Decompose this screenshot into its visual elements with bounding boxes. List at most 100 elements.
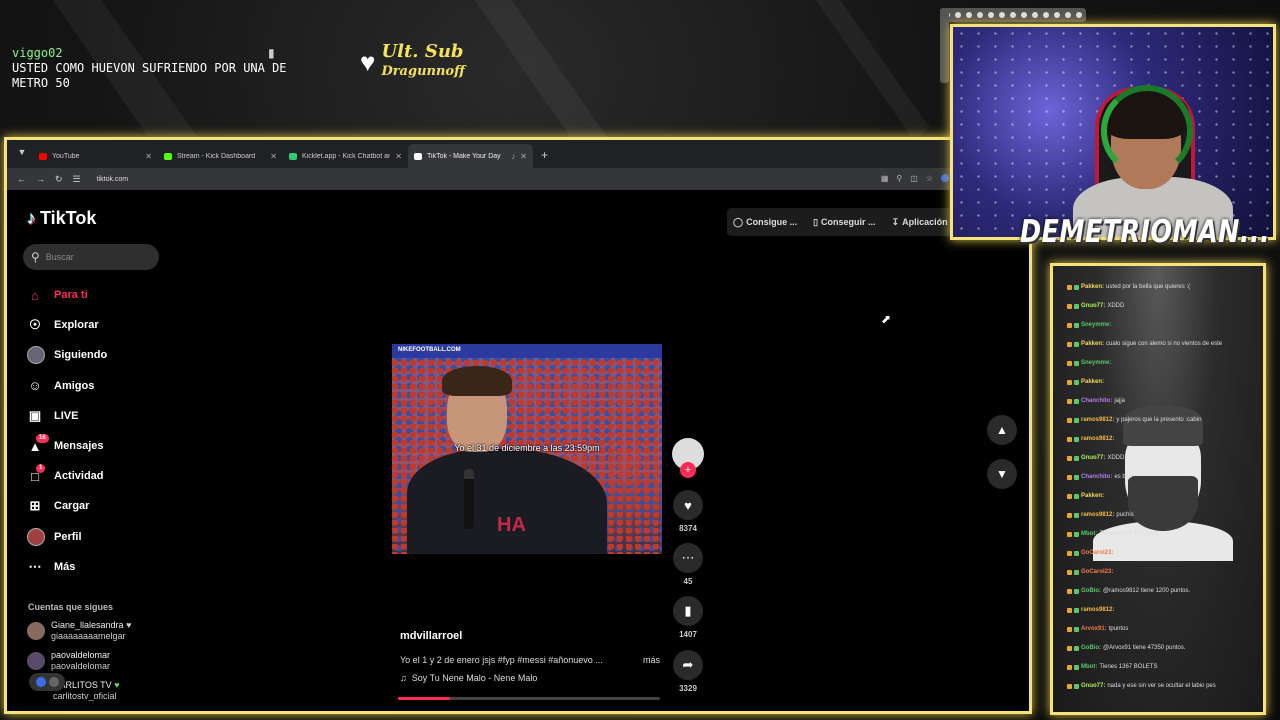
nav-item-perfil[interactable]: Perfil [27, 522, 107, 552]
chat-message: GoCarol23: [1067, 569, 1115, 575]
nav-item-mensajes[interactable]: ▲ 16 Mensajes [27, 431, 107, 461]
tab-kick-dashboard[interactable]: Stream - Kick Dashboard ✕ [158, 144, 283, 168]
cast-icon[interactable]: ◫ [910, 174, 918, 183]
browser-window: ▼ YouTube ✕ Stream - Kick Dashboard ✕ Ki… [4, 137, 1032, 714]
nav-item-actividad[interactable]: □ 1 Actividad [27, 461, 107, 491]
button-label: Aplicación [902, 216, 948, 227]
site-info-icon[interactable]: ☰ [73, 174, 81, 185]
nav-item-live[interactable]: ▣ LIVE [27, 401, 107, 431]
chat-badge-icon [1067, 626, 1072, 632]
previous-video-button[interactable]: ▲ [987, 415, 1017, 445]
author-avatar: + [672, 438, 704, 478]
chat-message: ramos9812: y pajeros que la presento :cab… [1067, 417, 1201, 423]
chat-badge-icon [1074, 379, 1079, 385]
followed-account[interactable]: Giane_llalesandra ♥ giaaaaaaaamelgar [27, 620, 131, 642]
url-field[interactable]: tiktok.com [97, 176, 129, 183]
chat-badge-icon [1074, 664, 1079, 670]
nav-item-amigos[interactable]: ☺ Amigos [27, 371, 107, 401]
nav-item-mas[interactable]: ⋯ Más [27, 552, 107, 582]
activity-badge: 1 [36, 464, 46, 474]
chat-username: Mbot: [1081, 531, 1098, 537]
like-button[interactable]: ♥ 8374 [672, 490, 704, 533]
back-icon[interactable]: ← [17, 174, 26, 184]
nav-item-para-ti[interactable]: ⌂ Para ti [27, 280, 107, 310]
chat-badge-icon [1067, 493, 1072, 499]
chat-username: Pakken: [1081, 284, 1105, 290]
video-caption: Yo el 31 de diciembre a las 23:59pm [454, 443, 600, 453]
nav-item-cargar[interactable]: ⊞ Cargar [27, 491, 107, 521]
shirt-text: HA [497, 514, 526, 536]
chat-badge-icon [1067, 284, 1072, 290]
nav-label: Mensajes [54, 440, 104, 453]
new-tab-button[interactable]: + [541, 148, 548, 162]
get-coins-button[interactable]: ◯ Consigue ... [733, 217, 797, 228]
chat-badge-icon [1074, 284, 1079, 290]
more-icon: ⋯ [28, 558, 42, 574]
comment-button[interactable]: ⋯ 45 [672, 543, 704, 586]
video-nav: ▲ ▼ [987, 415, 1017, 503]
chat-badge-icon [1067, 683, 1072, 689]
tab-kicklet[interactable]: Kicklet.app - Kick Chatbot and ✕ [283, 144, 408, 168]
music-note-icon: ♫ [400, 673, 407, 683]
tab-bar: ▼ YouTube ✕ Stream - Kick Dashboard ✕ Ki… [7, 140, 1029, 168]
translate-icon[interactable]: ▦ [881, 174, 889, 183]
tab-tiktok[interactable]: TikTok - Make Your Day ♪ ✕ [408, 144, 533, 168]
phone-icon: ▯ [813, 216, 819, 227]
account-name: Giane_llalesandra [51, 620, 124, 630]
more-link[interactable]: más [643, 655, 660, 665]
profile-icon[interactable] [941, 174, 949, 182]
chat-username: Sneymme: [1081, 322, 1112, 328]
video-player[interactable]: NIKEFOOTBALL.COM HA Yo el 31 de diciembr… [392, 344, 662, 554]
chat-message: ramos9812: [1067, 607, 1116, 613]
video-progress-bar[interactable] [398, 697, 660, 700]
get-app-button[interactable]: ▯ Conseguir ... [813, 217, 875, 228]
followed-account[interactable]: paovaldelomar paovaldelomar [27, 650, 110, 672]
download-app-button[interactable]: ↧ Aplicación [892, 217, 948, 228]
chat-badge-icon [1074, 645, 1079, 651]
nav-item-siguiendo[interactable]: Siguiendo [27, 340, 107, 370]
tab-close-icon[interactable]: ✕ [520, 152, 527, 161]
streaming-app-icon[interactable] [29, 673, 65, 691]
reload-icon[interactable]: ↻ [55, 174, 63, 185]
video-author[interactable]: mdvillarroel [400, 630, 660, 642]
kick-favicon-icon [164, 152, 172, 160]
tab-title: Stream - Kick Dashboard [177, 152, 256, 160]
search-input[interactable]: ⚲ Buscar [23, 244, 159, 270]
profile-avatar [27, 527, 45, 546]
forward-icon[interactable]: → [36, 174, 45, 184]
video-song[interactable]: ♫ Soy Tu Nene Malo - Nene Malo [400, 673, 660, 683]
chat-badge-icon [1074, 474, 1079, 480]
tiktok-note-icon: ♪ [27, 208, 36, 228]
nav-item-explorar[interactable]: ☉ Explorar [27, 310, 107, 340]
messages-badge: 16 [36, 433, 49, 443]
chat-username: Chanchito: [1081, 474, 1113, 480]
follow-plus-icon[interactable]: + [680, 462, 696, 478]
top-actions: ◯ Consigue ... ▯ Conseguir ... ↧ Aplicación [727, 208, 970, 236]
tiktok-logo-text: TikTok [40, 208, 97, 228]
tiktok-page: ♪ TikTok ⚲ Buscar ⌂ Para ti ☉ Explorar S… [7, 190, 1029, 711]
tab-close-icon[interactable]: ✕ [270, 152, 277, 161]
next-video-button[interactable]: ▼ [987, 459, 1017, 489]
speaker-icon[interactable]: ♪ [511, 152, 515, 161]
chat-badge-icon [1074, 398, 1079, 404]
video-description: Yo el 1 y 2 de enero jsjs #fyp #messi #a… [400, 655, 603, 665]
chat-badge-icon [1067, 341, 1072, 347]
share-button[interactable]: ➦ 3329 [672, 650, 704, 693]
address-bar: ← → ↻ ☰ tiktok.com ▦ ⚲ ◫ ☆ [7, 168, 1029, 190]
bookmark-star-icon[interactable]: ☆ [926, 174, 933, 183]
nav-label: Cargar [54, 500, 90, 513]
author-avatar-button[interactable]: + [672, 438, 704, 478]
chat-message: Gnuo77: nada y ese sin ver se ocultar el … [1067, 683, 1216, 689]
overlay-chat-message: viggo02 USTED COMO HUEVON SUFRIENDO POR … [12, 46, 302, 91]
tab-search-icon[interactable]: ▼ [15, 147, 29, 161]
tab-close-icon[interactable]: ✕ [395, 152, 402, 161]
zoom-icon[interactable]: ⚲ [896, 174, 902, 183]
mouse-cursor-icon: ⬈ [881, 312, 892, 326]
chevron-up-icon: ▲ [996, 423, 1008, 437]
tiktok-logo[interactable]: ♪ TikTok [27, 208, 96, 229]
tab-close-icon[interactable]: ✕ [145, 152, 152, 161]
save-button[interactable]: ▮ 1407 [672, 596, 704, 639]
tab-youtube[interactable]: YouTube ✕ [33, 144, 158, 168]
chat-badge-icon [1067, 379, 1072, 385]
chat-badge-icon [1067, 303, 1072, 309]
